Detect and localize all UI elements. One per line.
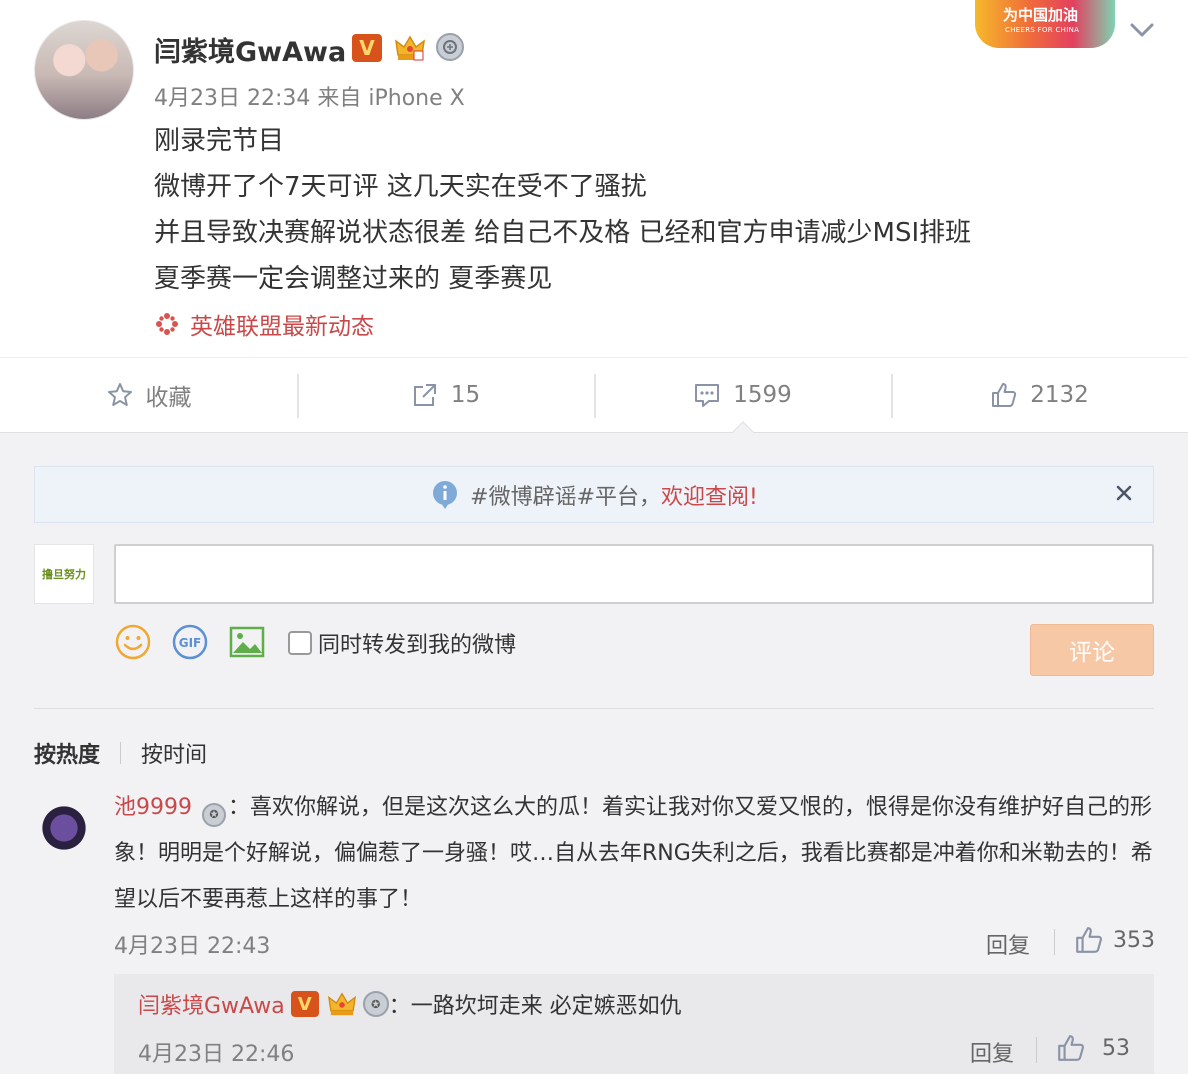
post-card: 闫紫境GwAwa V 4月23日 22:34 来自 iPhone X 刚录完节目…: [0, 0, 1188, 357]
chevron-down-icon[interactable]: [1128, 18, 1156, 42]
cheers-banner[interactable]: 为中国加油 CHEERS FOR CHINA: [975, 0, 1115, 48]
commenter-name[interactable]: 池9999: [114, 795, 192, 820]
cheers-banner-text: 为中国加油: [1003, 6, 1079, 24]
comment-icon: [695, 384, 720, 407]
image-icon[interactable]: [228, 623, 266, 661]
share-icon: [413, 384, 436, 406]
crown-icon[interactable]: [394, 33, 426, 63]
comment-time: 4月23日 22:43: [114, 934, 271, 959]
sort-by-hot[interactable]: 按热度: [34, 737, 100, 769]
reply-text: ：一路坎坷走来 必定嫉恶如仇: [388, 994, 682, 1019]
info-icon: [433, 480, 458, 509]
close-icon[interactable]: [1113, 482, 1135, 504]
post-line: 夏季赛一定会调整过来的 夏季赛见: [154, 264, 553, 294]
notice-link[interactable]: 欢迎查阅!: [661, 479, 758, 511]
verified-badge[interactable]: V: [290, 991, 319, 1017]
topic-label: 英雄联盟最新动态: [190, 314, 374, 340]
comment-like-count: 353: [1113, 928, 1155, 953]
reply-author-name[interactable]: 闫紫境GwAwa: [138, 988, 285, 1020]
author-name[interactable]: 闫紫境GwAwa: [154, 30, 346, 69]
reply-like-count: 53: [1102, 1036, 1130, 1061]
thumbs-up-icon[interactable]: [1056, 1033, 1086, 1063]
comment-input[interactable]: [114, 544, 1154, 604]
reply-time: 4月23日 22:46: [138, 1042, 295, 1067]
comment-count: 1599: [733, 382, 792, 408]
my-avatar[interactable]: 撸旦努力: [34, 544, 94, 604]
topic-link[interactable]: 英雄联盟最新动态: [154, 307, 374, 341]
favorite-button[interactable]: 收藏: [0, 358, 297, 432]
repost-button[interactable]: 15: [297, 358, 594, 432]
svg-text:GIF: GIF: [179, 636, 202, 650]
comment-section: #微博辟谣#平台， 欢迎查阅! 撸旦努力 GIF 同时转发到我的微博 评论 按热度…: [0, 433, 1188, 1074]
verified-badge[interactable]: V: [352, 34, 382, 62]
favorite-label: 收藏: [145, 385, 192, 411]
emoji-icon[interactable]: [114, 623, 152, 661]
action-bar: 收藏 15 1599 2132: [0, 357, 1188, 433]
like-count: 2132: [1030, 382, 1089, 408]
sort-separator: [120, 742, 122, 764]
my-avatar-logo: 撸旦努力: [42, 568, 86, 581]
post-line: 刚录完节目: [154, 126, 285, 156]
post-line: 并且导致决赛解说状态很差 给自己不及格 已经和官方申请减少MSI排班: [154, 218, 972, 248]
repost-count: 15: [450, 382, 481, 408]
thumbs-up-icon: [992, 383, 1017, 407]
reply-reply-button[interactable]: 回复: [970, 1036, 1014, 1068]
divider: [34, 708, 1154, 709]
commenter-avatar[interactable]: [34, 795, 94, 855]
gif-icon[interactable]: GIF: [171, 623, 209, 661]
post-meta: 4月23日 22:34 来自 iPhone X: [154, 86, 465, 111]
thumbs-up-icon[interactable]: [1074, 925, 1104, 955]
separator: [1054, 929, 1055, 955]
comment-body: 池9999 ✪ ：喜欢你解说，但是这次这么大的瓜！着实让我对你又爱又恨的，恨得是你没…: [114, 785, 1159, 923]
like-button[interactable]: 2132: [891, 358, 1188, 432]
topic-icon: [156, 313, 178, 335]
star-icon: [107, 383, 132, 406]
notice-text: #微博辟谣#平台，: [470, 484, 662, 510]
comment-reply-button[interactable]: 回复: [986, 928, 1030, 960]
sort-tabs: 按热度 按时间: [34, 737, 207, 769]
medal-icon[interactable]: ✪: [362, 991, 389, 1017]
comment-text: ：喜欢你解说，但是这次这么大的瓜！着实让我对你又爱又恨的，恨得是你没有维护好自己…: [114, 795, 1153, 912]
reply-line: 闫紫境GwAwa V ✪ ：一路坎坷走来 必定嫉恶如仇: [138, 988, 682, 1020]
post-line: 微博开了个7天可评 这几天实在受不了骚扰: [154, 172, 647, 202]
checkbox-box[interactable]: [288, 631, 312, 655]
repost-checkbox[interactable]: 同时转发到我的微博: [288, 627, 516, 659]
cheers-banner-subtext: CHEERS FOR CHINA: [1005, 26, 1080, 34]
medal-icon[interactable]: ✪: [202, 803, 226, 827]
medal-icon[interactable]: [436, 33, 464, 61]
submit-comment-button[interactable]: 评论: [1030, 624, 1154, 676]
post-content: 刚录完节目 微博开了个7天可评 这几天实在受不了骚扰 并且导致决赛解说状态很差 …: [154, 118, 1114, 302]
rumor-notice: #微博辟谣#平台， 欢迎查阅!: [34, 466, 1154, 523]
sort-by-time[interactable]: 按时间: [141, 737, 207, 769]
reply-box: 闫紫境GwAwa V ✪ ：一路坎坷走来 必定嫉恶如仇 4月23日 22:46 …: [114, 974, 1154, 1074]
separator: [1036, 1037, 1037, 1063]
crown-icon[interactable]: [327, 990, 357, 1018]
author-avatar[interactable]: [34, 20, 134, 120]
repost-label: 同时转发到我的微博: [318, 633, 517, 658]
